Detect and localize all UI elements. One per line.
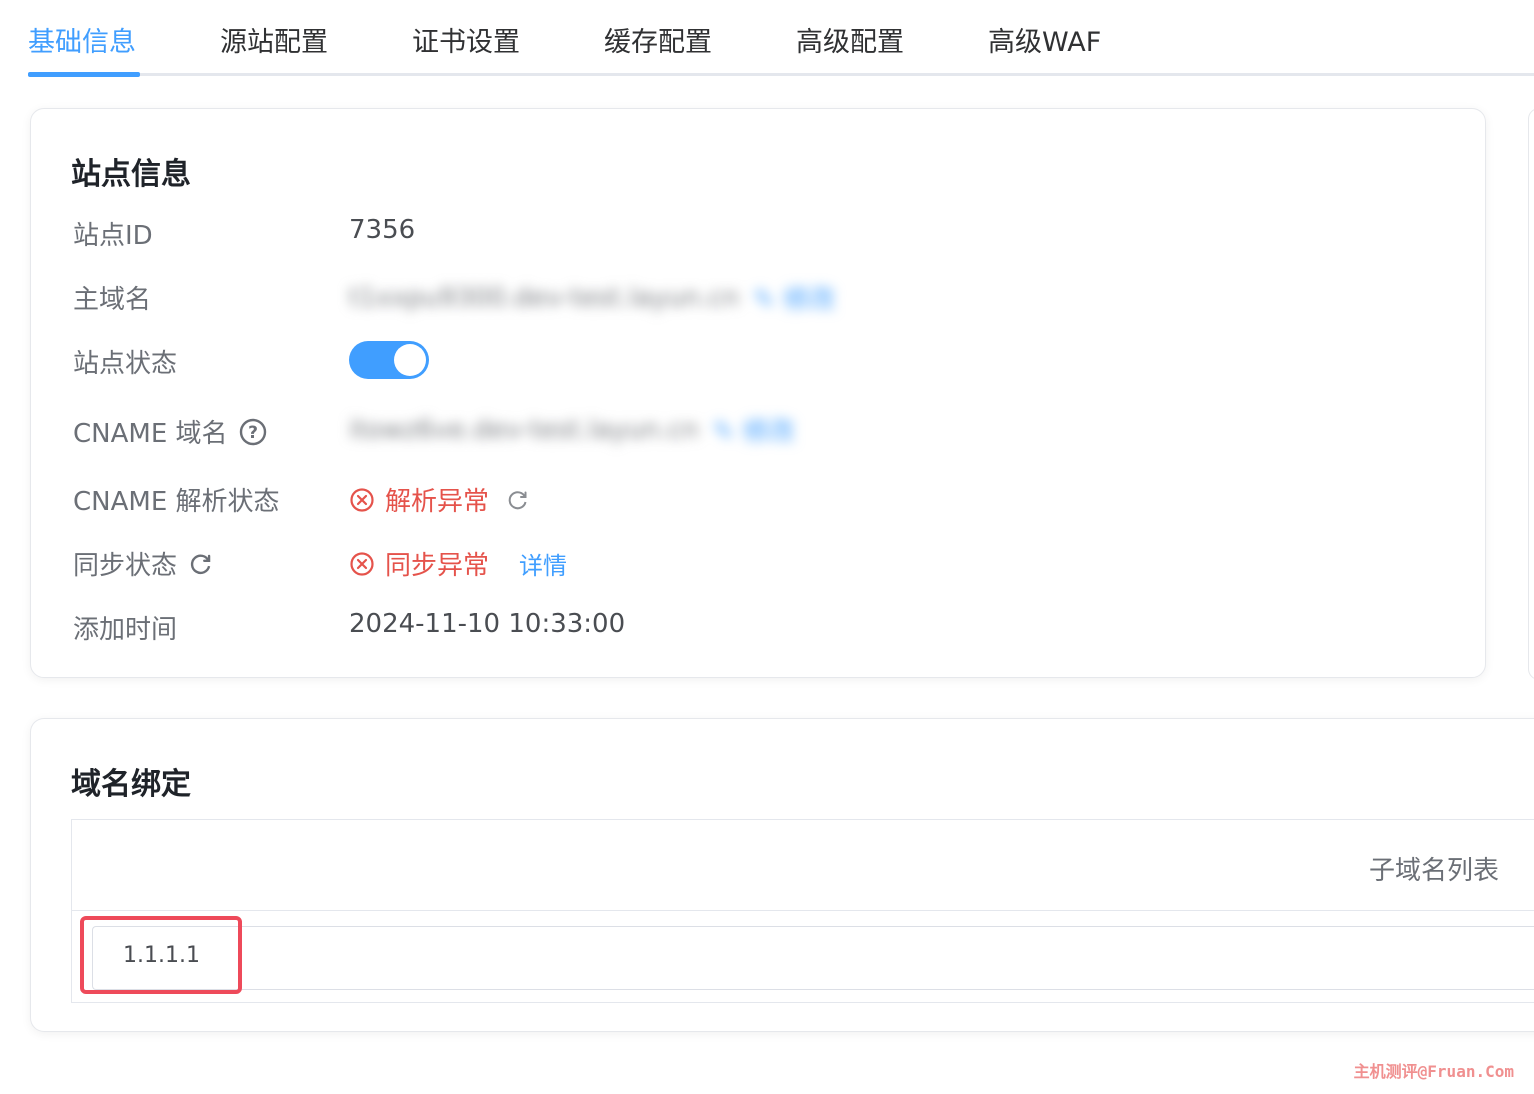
error-circle-icon xyxy=(350,551,374,576)
tab-advanced-config[interactable]: 高级配置 xyxy=(796,20,904,59)
main-domain-value: t1xxpu9300.dev-test.layun.cn xyxy=(349,282,740,313)
main-domain-edit-link[interactable]: ✎ 修改 xyxy=(753,279,835,316)
sync-detail-link[interactable]: 详情 xyxy=(519,546,567,581)
site-status-value xyxy=(349,341,429,379)
tab-advanced-waf[interactable]: 高级WAF xyxy=(988,20,1101,59)
tab-origin-config[interactable]: 源站配置 xyxy=(220,20,328,59)
domain-binding-card: 域名绑定 子域名列表 1.1.1.1 xyxy=(30,718,1534,1032)
help-icon[interactable]: ? xyxy=(238,417,268,447)
site-id-label: 站点ID xyxy=(73,221,153,251)
added-time-label: 添加时间 xyxy=(73,615,178,645)
cname-domain-label: CNAME 域名 xyxy=(73,419,228,449)
added-time-value: 2024-11-10 10:33:00 xyxy=(349,609,626,639)
cname-domain-edit-link[interactable]: ✎ 修改 xyxy=(713,411,795,448)
site-id-value: 7356 xyxy=(349,215,416,245)
domain-binding-title: 域名绑定 xyxy=(71,767,191,802)
adjacent-card-edge xyxy=(1528,108,1534,680)
tab-cache-config[interactable]: 缓存配置 xyxy=(604,20,712,59)
subdomain-list-column-header: 子域名列表 xyxy=(1368,856,1499,886)
cname-domain-value: itowz6ve.dev-test.layun.cn xyxy=(349,414,699,445)
cname-domain-value-row: itowz6ve.dev-test.layun.cn ✎ 修改 xyxy=(349,411,795,448)
toggle-knob xyxy=(394,344,426,376)
main-domain-edit-label: 修改 xyxy=(783,285,836,315)
site-info-title: 站点信息 xyxy=(71,157,191,192)
cname-domain-edit-label: 修改 xyxy=(742,417,795,447)
highlight-box xyxy=(80,916,242,994)
site-info-card: 站点信息 站点ID 7356 主域名 t1xxpu9300.dev-test.l… xyxy=(30,108,1486,678)
site-status-label: 站点状态 xyxy=(73,349,178,379)
error-circle-icon xyxy=(350,487,374,512)
cname-domain-label-row: CNAME 域名 ? xyxy=(73,413,268,450)
main-domain-value-row: t1xxpu9300.dev-test.layun.cn ✎ 修改 xyxy=(349,279,835,316)
main-domain-label: 主域名 xyxy=(73,285,152,315)
subdomain-table-header: 子域名列表 xyxy=(72,820,1534,911)
site-status-toggle[interactable] xyxy=(349,341,429,379)
tab-certificate-settings[interactable]: 证书设置 xyxy=(412,20,520,59)
sync-refresh-icon[interactable] xyxy=(187,550,215,578)
refresh-icon[interactable] xyxy=(505,487,531,513)
cname-resolve-status: 解析异常 xyxy=(349,481,489,518)
tab-basic-info[interactable]: 基础信息 xyxy=(28,20,136,59)
cname-resolve-value-row: 解析异常 xyxy=(349,481,531,518)
cname-resolve-label: CNAME 解析状态 xyxy=(73,487,280,517)
cname-resolve-status-text: 解析异常 xyxy=(385,487,490,517)
sync-status-label-row: 同步状态 xyxy=(73,545,215,582)
sync-status: 同步异常 xyxy=(349,545,489,582)
tab-bar-divider xyxy=(28,73,1534,76)
tab-bar: 基础信息 源站配置 证书设置 缓存配置 高级配置 高级WAF xyxy=(0,0,1534,78)
watermark: 主机测评@Fruan.Com xyxy=(1353,1062,1514,1081)
sync-status-label: 同步状态 xyxy=(73,551,178,581)
subdomain-input[interactable]: 1.1.1.1 xyxy=(92,926,1534,990)
sync-status-value-row: 同步异常 详情 xyxy=(349,545,567,582)
svg-text:?: ? xyxy=(248,423,258,443)
active-tab-indicator xyxy=(28,72,140,77)
sync-status-text: 同步异常 xyxy=(385,551,490,581)
subdomain-table: 子域名列表 1.1.1.1 xyxy=(71,819,1534,1003)
